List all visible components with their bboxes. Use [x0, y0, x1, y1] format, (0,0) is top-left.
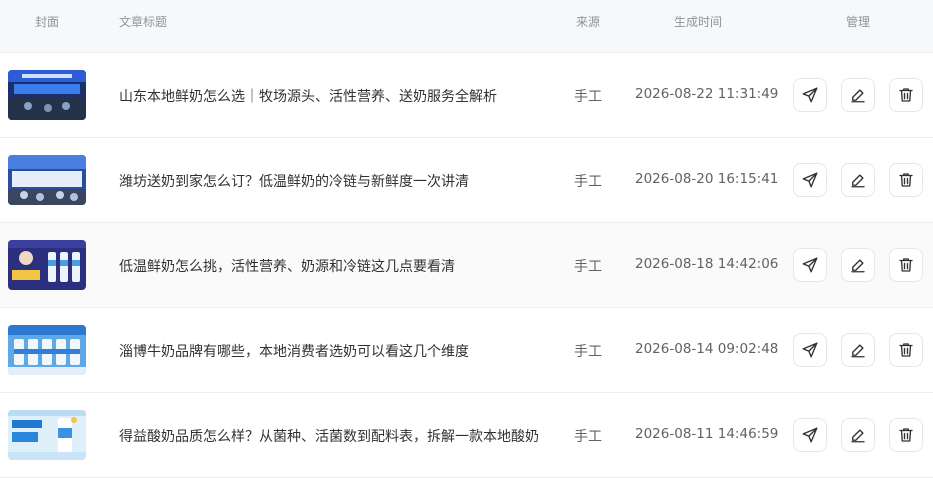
edit-button[interactable] — [841, 163, 875, 197]
article-title[interactable]: 得益酸奶品质怎么样？从菌种、活菌数到配料表，拆解一款本地酸奶 — [119, 426, 539, 446]
article-time: 2026-08-20 16:15:41 — [635, 171, 779, 187]
header-source: 来源 — [576, 15, 601, 29]
article-source: 手工 — [574, 344, 602, 360]
trash-icon — [899, 258, 913, 272]
edit-button[interactable] — [841, 333, 875, 367]
send-icon — [802, 342, 818, 358]
header-time: 生成时间 — [674, 15, 723, 29]
article-source: 手工 — [574, 89, 602, 105]
delete-button[interactable] — [889, 248, 923, 282]
table-row: 山东本地鲜奶怎么选｜牧场源头、活性营养、送奶服务全解析 手工 2026-08-2… — [0, 53, 933, 138]
cover-image — [8, 70, 86, 120]
table-row: 淄博牛奶品牌有哪些，本地消费者选奶可以看这几个维度 手工 2026-08-14 … — [0, 308, 933, 393]
send-icon — [802, 427, 818, 443]
article-title[interactable]: 山东本地鲜奶怎么选｜牧场源头、活性营养、送奶服务全解析 — [119, 86, 497, 106]
edit-icon — [851, 89, 865, 103]
article-title[interactable]: 潍坊送奶到家怎么订？低温鲜奶的冷链与新鲜度一次讲清 — [119, 171, 469, 191]
cover-image — [8, 240, 86, 290]
edit-icon — [851, 344, 865, 358]
article-time: 2026-08-11 14:46:59 — [635, 426, 779, 442]
publish-button[interactable] — [793, 248, 827, 282]
article-title[interactable]: 淄博牛奶品牌有哪些，本地消费者选奶可以看这几个维度 — [119, 341, 469, 361]
cover-image — [8, 410, 86, 460]
send-icon — [802, 257, 818, 273]
send-icon — [802, 172, 818, 188]
send-icon — [802, 87, 818, 103]
table-row: 得益酸奶品质怎么样？从菌种、活菌数到配料表，拆解一款本地酸奶 手工 2026-0… — [0, 393, 933, 478]
article-source: 手工 — [574, 174, 602, 190]
publish-button[interactable] — [793, 418, 827, 452]
cover-image — [8, 155, 86, 205]
edit-icon — [851, 259, 865, 273]
header-title: 文章标题 — [119, 15, 168, 29]
article-table: 封面 文章标题 来源 生成时间 管理 山东本地鲜奶怎么选｜牧场源头、活性营养、送… — [0, 0, 933, 478]
article-title[interactable]: 低温鲜奶怎么挑，活性营养、奶源和冷链这几点要看清 — [119, 256, 455, 276]
delete-button[interactable] — [889, 78, 923, 112]
edit-button[interactable] — [841, 248, 875, 282]
table-row: 低温鲜奶怎么挑，活性营养、奶源和冷链这几点要看清 手工 2026-08-18 1… — [0, 223, 933, 308]
edit-button[interactable] — [841, 418, 875, 452]
article-time: 2026-08-14 09:02:48 — [635, 341, 779, 357]
article-source: 手工 — [574, 259, 602, 275]
table-header: 封面 文章标题 来源 生成时间 管理 — [0, 0, 933, 53]
publish-button[interactable] — [793, 163, 827, 197]
delete-button[interactable] — [889, 163, 923, 197]
trash-icon — [899, 173, 913, 187]
publish-button[interactable] — [793, 333, 827, 367]
article-source: 手工 — [574, 429, 602, 445]
delete-button[interactable] — [889, 333, 923, 367]
table-row: 潍坊送奶到家怎么订？低温鲜奶的冷链与新鲜度一次讲清 手工 2026-08-20 … — [0, 138, 933, 223]
cover-image — [8, 325, 86, 375]
edit-icon — [851, 174, 865, 188]
trash-icon — [899, 428, 913, 442]
header-manage: 管理 — [846, 15, 871, 29]
article-time: 2026-08-22 11:31:49 — [635, 86, 779, 102]
article-time: 2026-08-18 14:42:06 — [635, 256, 779, 272]
trash-icon — [899, 88, 913, 102]
delete-button[interactable] — [889, 418, 923, 452]
header-cover: 封面 — [35, 15, 60, 29]
edit-button[interactable] — [841, 78, 875, 112]
edit-icon — [851, 429, 865, 443]
trash-icon — [899, 343, 913, 357]
publish-button[interactable] — [793, 78, 827, 112]
